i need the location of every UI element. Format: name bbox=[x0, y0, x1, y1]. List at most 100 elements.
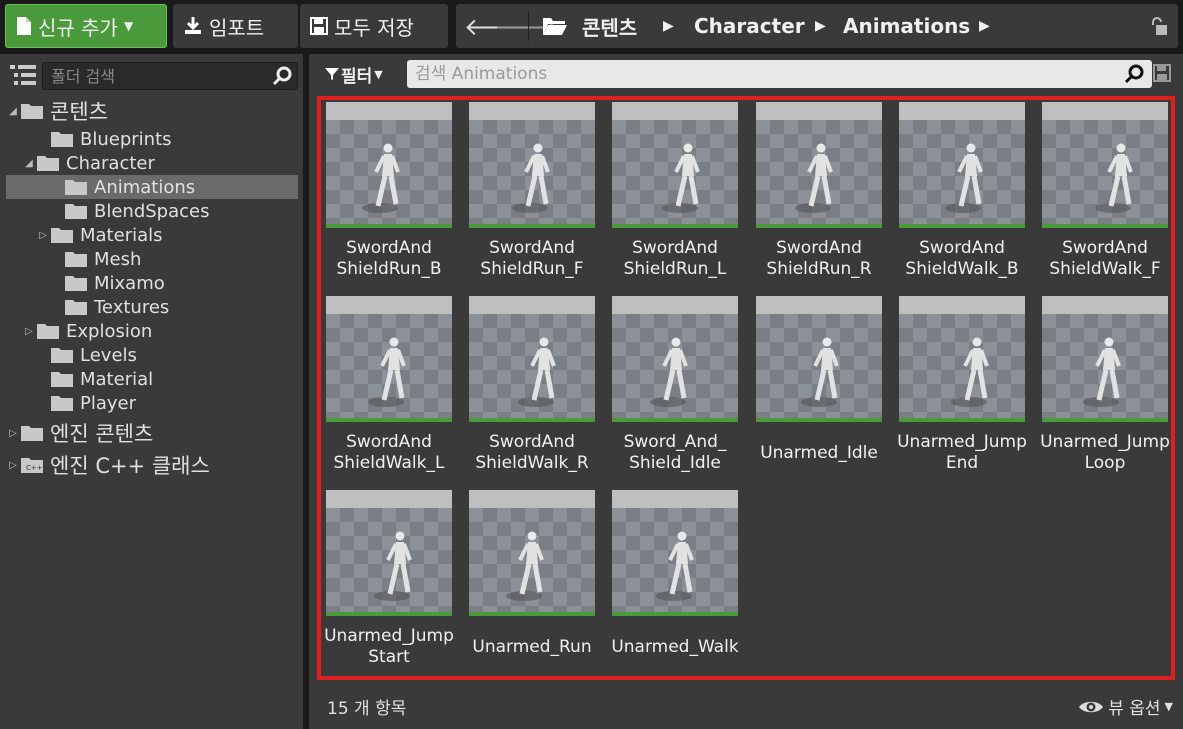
asset-tile[interactable]: SwordAnd ShieldWalk_F bbox=[1037, 100, 1177, 288]
add-new-button[interactable]: 신규 추가 ▼ bbox=[5, 4, 167, 48]
folder-icon bbox=[51, 132, 73, 147]
tree-item-label: Mixamo bbox=[94, 272, 165, 294]
tree-item-label: Materials bbox=[80, 224, 163, 246]
folder-icon bbox=[51, 228, 73, 243]
folder-icon bbox=[65, 300, 87, 315]
asset-tile[interactable]: SwordAnd ShieldRun_F bbox=[464, 100, 604, 288]
asset-name: Sword_And_ Shield_Idle bbox=[623, 432, 727, 473]
view-options-button[interactable]: 뷰 옵션 ▼ bbox=[1078, 694, 1173, 719]
folder-search-input[interactable] bbox=[43, 63, 297, 89]
asset-search-box bbox=[407, 60, 1152, 88]
folder-open-icon bbox=[543, 18, 567, 35]
sources-panel: ◢ 콘텐츠 Blueprints ◢ CharacterAnimationsBlendS… bbox=[0, 54, 305, 729]
tree-item-material[interactable]: Material bbox=[0, 367, 153, 391]
chevron-down-icon: ▼ bbox=[374, 67, 383, 81]
tree-item-label: 콘텐츠 bbox=[50, 100, 108, 124]
asset-tile[interactable]: SwordAnd ShieldWalk_B bbox=[894, 100, 1034, 288]
asset-tile[interactable]: Unarmed_Run bbox=[464, 488, 604, 676]
tree-item-label: BlendSpaces bbox=[94, 200, 210, 222]
tree-item-textures[interactable]: Textures bbox=[0, 295, 169, 319]
asset-name: SwordAnd ShieldRun_R bbox=[766, 238, 872, 279]
import-button[interactable]: 임포트 bbox=[173, 4, 298, 48]
expand-icon[interactable]: ▷ bbox=[6, 428, 20, 439]
asset-tile[interactable]: Unarmed_Jump Loop bbox=[1037, 294, 1177, 482]
animation-thumbnail bbox=[756, 102, 882, 228]
tree-item-levels[interactable]: Levels bbox=[0, 343, 137, 367]
tree-item-label: Textures bbox=[94, 296, 170, 318]
save-search-icon[interactable] bbox=[1153, 64, 1171, 82]
search-icon[interactable] bbox=[272, 66, 292, 86]
expand-icon[interactable]: ▷ bbox=[22, 326, 36, 337]
asset-name: SwordAnd ShieldWalk_L bbox=[333, 432, 445, 473]
tree-item-animations[interactable]: Animations bbox=[6, 175, 298, 199]
tree-item-label: Blueprints bbox=[80, 128, 172, 150]
tree-item-mesh[interactable]: Mesh bbox=[0, 247, 141, 271]
animation-thumbnail bbox=[326, 296, 452, 422]
animation-thumbnail bbox=[1042, 102, 1168, 228]
expand-icon[interactable]: ▷ bbox=[6, 460, 20, 471]
expand-icon[interactable]: ▷ bbox=[36, 230, 50, 241]
asset-tile[interactable]: Unarmed_Jump End bbox=[894, 294, 1034, 482]
svg-text:C++: C++ bbox=[26, 464, 43, 472]
tree-item-mixamo[interactable]: Mixamo bbox=[0, 271, 165, 295]
filter-button[interactable]: 필터 ▼ bbox=[325, 62, 383, 87]
asset-tile[interactable]: SwordAnd ShieldRun_L bbox=[607, 100, 747, 288]
folder-icon bbox=[51, 348, 73, 363]
asset-tile[interactable]: Unarmed_Jump Start bbox=[321, 488, 461, 676]
tree-item-player[interactable]: Player bbox=[0, 391, 136, 415]
search-icon[interactable] bbox=[1124, 64, 1144, 84]
asset-tile[interactable]: Unarmed_Idle bbox=[751, 294, 891, 482]
tree-item-엔진-c-클래스[interactable]: ▷ C++ 엔진 C++ 클래스 bbox=[0, 450, 210, 480]
folder-icon bbox=[37, 324, 59, 339]
collapse-icon[interactable]: ◢ bbox=[22, 158, 36, 169]
save-all-button[interactable]: 모두 저장 bbox=[300, 4, 448, 48]
animation-thumbnail bbox=[469, 296, 595, 422]
tree-item-label: Material bbox=[80, 368, 154, 390]
folder-icon bbox=[37, 156, 59, 171]
collapse-icon[interactable]: ◢ bbox=[6, 106, 20, 117]
breadcrumb-arrow-icon[interactable]: ▶ bbox=[815, 4, 826, 48]
tree-item-label: 엔진 콘텐츠 bbox=[50, 422, 154, 446]
new-file-icon bbox=[17, 17, 31, 35]
divider bbox=[528, 11, 529, 41]
folder-icon bbox=[51, 372, 73, 387]
asset-name: SwordAnd ShieldRun_F bbox=[480, 238, 584, 279]
asset-search-input[interactable] bbox=[407, 60, 1152, 88]
folder-icon bbox=[65, 276, 87, 291]
tree-item-materials[interactable]: ▷ Materials bbox=[0, 223, 163, 247]
asset-name: Unarmed_Jump Loop bbox=[1040, 432, 1170, 473]
tree-item-label: Levels bbox=[80, 344, 137, 366]
breadcrumb-content[interactable]: 콘텐츠 bbox=[582, 4, 637, 48]
animation-thumbnail bbox=[326, 490, 452, 616]
animation-thumbnail bbox=[612, 102, 738, 228]
breadcrumb-arrow-icon[interactable]: ▶ bbox=[663, 4, 674, 48]
asset-name: SwordAnd ShieldWalk_B bbox=[905, 238, 1019, 279]
unlock-icon[interactable] bbox=[1150, 16, 1168, 36]
animation-thumbnail bbox=[326, 102, 452, 228]
asset-tile[interactable]: SwordAnd ShieldWalk_R bbox=[464, 294, 604, 482]
asset-tile[interactable]: Sword_And_ Shield_Idle bbox=[607, 294, 747, 482]
asset-tile[interactable]: Unarmed_Walk bbox=[607, 488, 747, 676]
asset-tile[interactable]: SwordAnd ShieldWalk_L bbox=[321, 294, 461, 482]
save-icon bbox=[310, 17, 328, 35]
breadcrumb-animations[interactable]: Animations bbox=[843, 4, 970, 48]
tree-item-explosion[interactable]: ▷ Explosion bbox=[0, 319, 152, 343]
breadcrumb-arrow-icon[interactable]: ▶ bbox=[979, 4, 990, 48]
tree-item-콘텐츠[interactable]: ◢ 콘텐츠 bbox=[0, 96, 108, 126]
tree-item-blueprints[interactable]: Blueprints bbox=[0, 127, 172, 151]
asset-tile[interactable]: SwordAnd ShieldRun_B bbox=[321, 100, 461, 288]
save-all-label: 모두 저장 bbox=[334, 15, 414, 40]
tree-item-엔진-콘텐츠[interactable]: ▷ 엔진 콘텐츠 bbox=[0, 418, 153, 448]
tree-item-character[interactable]: ◢ Character bbox=[0, 151, 155, 175]
tree-item-label: Explosion bbox=[66, 320, 153, 342]
tree-item-label: 엔진 C++ 클래스 bbox=[50, 454, 210, 478]
asset-tile[interactable]: SwordAnd ShieldRun_R bbox=[751, 100, 891, 288]
folder-icon bbox=[21, 426, 43, 441]
path-bar: 🡐 🡒 콘텐츠 ▶ Character ▶ Animations ▶ bbox=[456, 4, 1178, 48]
tree-item-blendspaces[interactable]: BlendSpaces bbox=[0, 199, 210, 223]
breadcrumb-character[interactable]: Character bbox=[694, 4, 805, 48]
animation-thumbnail bbox=[612, 490, 738, 616]
sources-toggle-icon[interactable] bbox=[10, 64, 36, 86]
asset-name: SwordAnd ShieldWalk_R bbox=[475, 432, 589, 473]
asset-grid: SwordAnd ShieldRun_B SwordAnd ShieldRun_F Sw… bbox=[317, 96, 1175, 680]
